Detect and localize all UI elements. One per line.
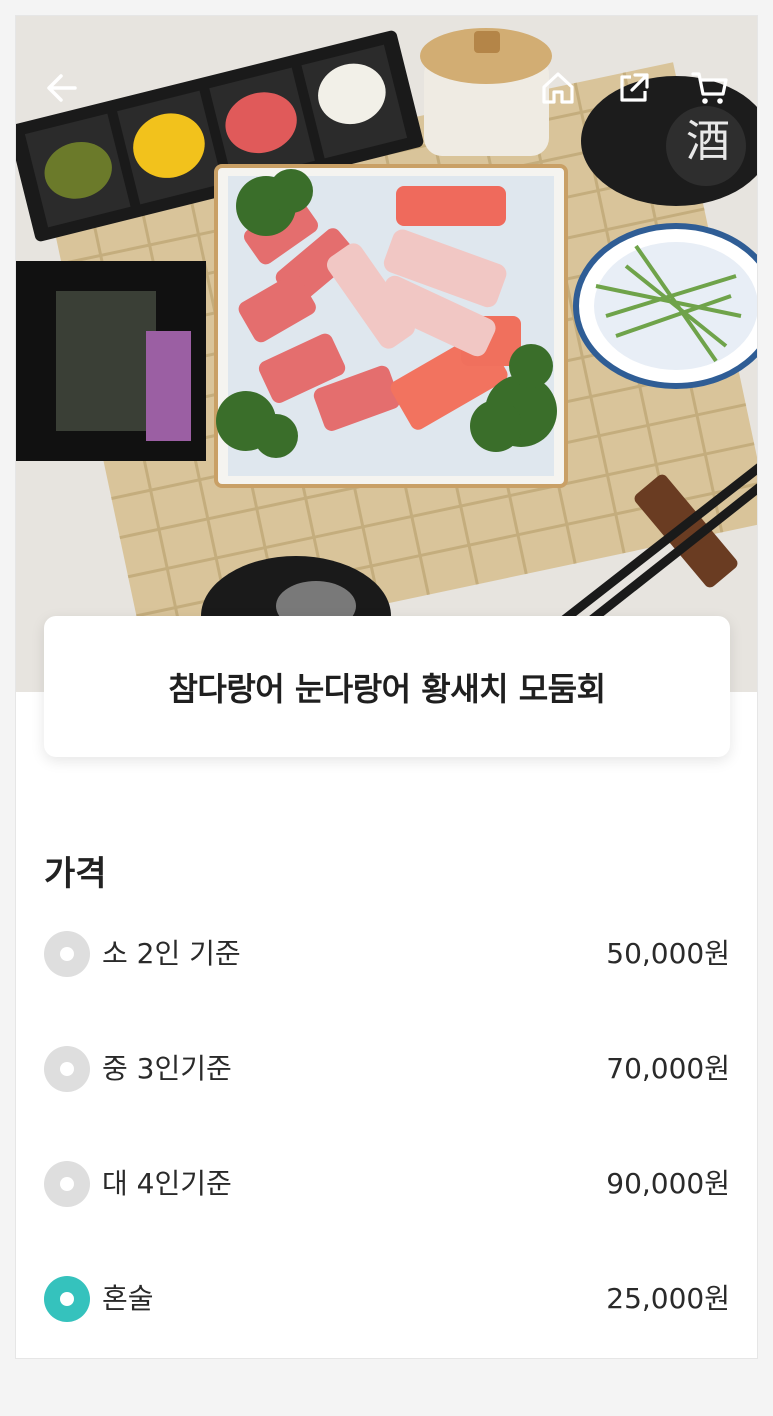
option-price: 25,000원	[606, 1282, 730, 1315]
option-price: 90,000원	[606, 1167, 730, 1200]
top-navigation-bar	[16, 66, 757, 116]
option-label: 대 4인기준	[102, 1167, 232, 1200]
option-label: 혼술	[102, 1282, 154, 1315]
price-option-large[interactable]: 대 4인기준 90,000원	[44, 1161, 730, 1276]
arrow-left-icon	[47, 74, 77, 102]
option-price: 50,000원	[606, 937, 730, 970]
price-option-list: 소 2인 기준 50,000원 중 3인기준 70,000원 대 4인기준 90…	[44, 931, 730, 1358]
option-label: 소 2인 기준	[102, 937, 241, 970]
share-button[interactable]	[612, 66, 656, 110]
option-label: 중 3인기준	[102, 1052, 232, 1085]
price-option-medium[interactable]: 중 3인기준 70,000원	[44, 1046, 730, 1161]
product-title-card: 참다랑어 눈다랑어 황새치 모둠회	[44, 616, 730, 757]
app-frame: 酒 참다랑어 눈다랑어 황새치 모둠회 가격 소 2인 기준 50,000원 중…	[15, 15, 758, 1359]
cart-icon	[691, 72, 728, 104]
radio-button[interactable]	[44, 1276, 90, 1322]
product-title: 참다랑어 눈다랑어 황새치 모둠회	[168, 669, 606, 708]
home-button[interactable]	[536, 66, 580, 110]
cart-button[interactable]	[688, 66, 732, 110]
share-icon	[620, 73, 649, 102]
radio-button[interactable]	[44, 1161, 90, 1207]
sashimi-photo-illustration: 酒	[16, 16, 757, 692]
radio-button[interactable]	[44, 931, 90, 977]
product-image: 酒	[16, 16, 757, 692]
price-option-small[interactable]: 소 2인 기준 50,000원	[44, 931, 730, 1046]
option-price: 70,000원	[606, 1052, 730, 1085]
back-button[interactable]	[40, 66, 84, 110]
price-option-solo[interactable]: 혼술 25,000원	[44, 1276, 730, 1358]
radio-button[interactable]	[44, 1046, 90, 1092]
price-section-title: 가격	[44, 854, 107, 894]
home-icon	[542, 72, 574, 104]
svg-text:酒: 酒	[686, 116, 730, 167]
